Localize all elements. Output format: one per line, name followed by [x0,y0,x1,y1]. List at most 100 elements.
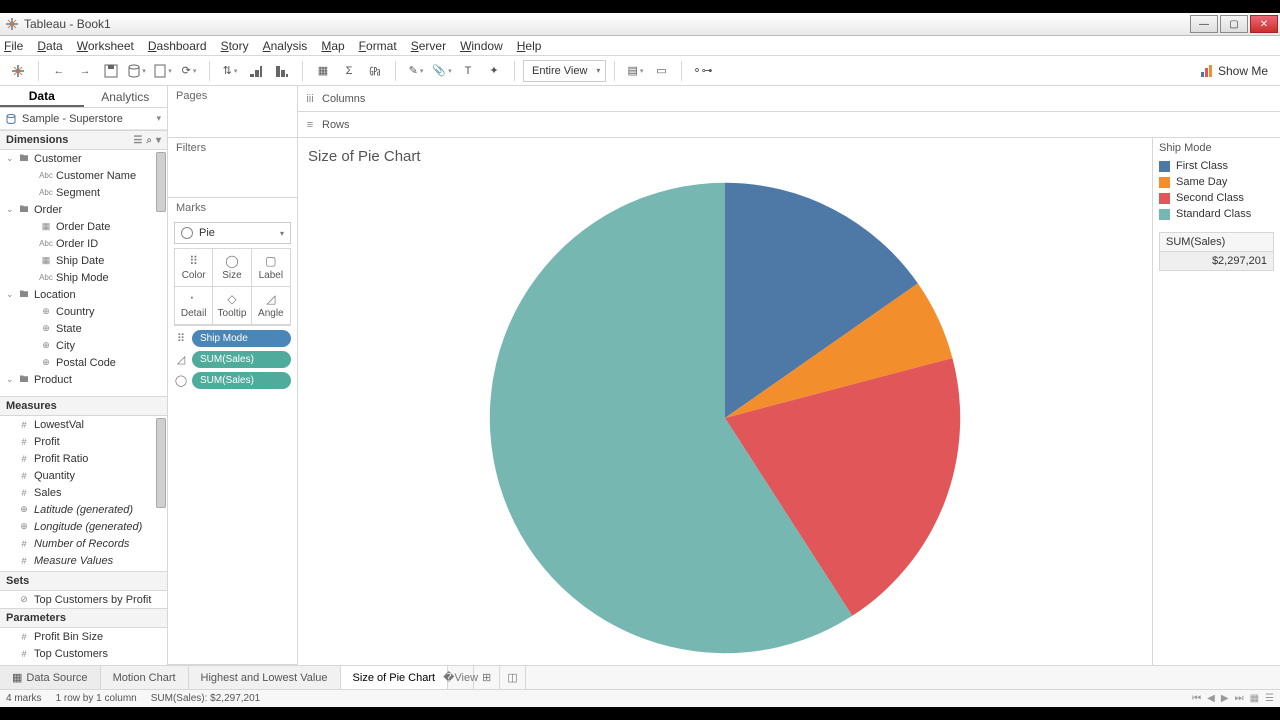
field-measure-values[interactable]: #Measure Values [0,552,167,569]
refresh-button[interactable]: ⟳ [177,59,201,83]
field-profit[interactable]: #Profit [0,433,167,450]
tab-analytics[interactable]: Analytics [84,86,168,107]
field-country[interactable]: ⊕Country [0,303,167,320]
menu-dashboard[interactable]: Dashboard [148,39,207,53]
pill-sumsales[interactable]: ◿SUM(Sales) [174,351,291,368]
nav-next-icon[interactable]: ▶ [1221,693,1229,704]
sheet-tab-highest-and-lowest-value[interactable]: Highest and Lowest Value [189,666,341,689]
maximize-button[interactable]: ▢ [1220,15,1248,33]
parameter-item[interactable]: #Profit Bin Size [0,628,167,645]
legend-item-second-class[interactable]: Second Class [1159,190,1274,206]
field-sales[interactable]: #Sales [0,484,167,501]
menu-data[interactable]: Data [37,39,62,53]
mark-angle-button[interactable]: ◿Angle [252,287,290,325]
menu-icon[interactable]: ▾ [156,135,161,146]
field-city[interactable]: ⊕City [0,337,167,354]
field-customer-name[interactable]: AbcCustomer Name [0,167,167,184]
menu-worksheet[interactable]: Worksheet [77,39,134,53]
field-profit-ratio[interactable]: #Profit Ratio [0,450,167,467]
folder-product[interactable]: ⌄🖿Product [0,371,167,388]
search-icon[interactable]: ⌕ [146,135,152,146]
set-item[interactable]: ⊘Top Customers by Profit [0,591,167,608]
legend-item-same-day[interactable]: Same Day [1159,174,1274,190]
view-grid-icon[interactable]: ▦ [1250,693,1259,704]
field-quantity[interactable]: #Quantity [0,467,167,484]
mark-size-button[interactable]: ◯Size [213,249,251,287]
field-ship-mode[interactable]: AbcShip Mode [0,269,167,286]
menu-map[interactable]: Map [321,39,344,53]
pill-shipmode[interactable]: ⠿Ship Mode [174,330,291,347]
field-postal-code[interactable]: ⊕Postal Code [0,354,167,371]
labels-button[interactable]: T [456,59,480,83]
dropdown-icon[interactable]: ▾ [156,113,161,124]
sheet-tab-motion-chart[interactable]: Motion Chart [101,666,189,689]
field-latitude-(generated)[interactable]: ⊕Latitude (generated) [0,501,167,518]
menu-window[interactable]: Window [460,39,503,53]
sheet-tab-size-of-pie-chart[interactable]: Size of Pie Chart [341,666,449,689]
field-ship-date[interactable]: ▦Ship Date [0,252,167,269]
folder-customer[interactable]: ⌄🖿Customer [0,150,167,167]
columns-shelf[interactable]: iii Columns [298,86,1280,112]
new-sheet-button[interactable]: �View [448,666,474,689]
mark-color-button[interactable]: ⠿Color [175,249,213,287]
view-tabs-icon[interactable]: ☰ [1265,693,1274,704]
datasource-row[interactable]: Sample - Superstore ▾ [0,108,167,130]
abc-button[interactable]: ㎬ [363,59,387,83]
view-list-icon[interactable]: ☰ [133,135,142,146]
pie-chart[interactable] [485,178,965,658]
fit-dropdown[interactable]: Entire View [523,60,606,82]
rows-shelf[interactable]: ≡ Rows [298,112,1280,138]
folder-order[interactable]: ⌄🖿Order [0,201,167,218]
viz-title[interactable]: Size of Pie Chart [308,146,1142,171]
field-lowestval[interactable]: #LowestVal [0,416,167,433]
save-button[interactable] [99,59,123,83]
menu-file[interactable]: File [4,39,23,53]
field-state[interactable]: ⊕State [0,320,167,337]
menu-format[interactable]: Format [359,39,397,53]
totals-button[interactable]: Σ [337,59,361,83]
highlight-button[interactable]: ✎ [404,59,428,83]
new-dashboard-button[interactable]: ⊞ [474,666,500,689]
nav-prev-icon[interactable]: ◀ [1207,693,1215,704]
pill-sumsales[interactable]: ◯SUM(Sales) [174,372,291,389]
redo-button[interactable]: → [73,59,97,83]
tab-data[interactable]: Data [0,86,84,107]
new-worksheet-button[interactable] [151,59,175,83]
menu-analysis[interactable]: Analysis [263,39,308,53]
scrollbar-thumb[interactable] [156,152,166,212]
show-me-button[interactable]: Show Me [1194,64,1274,78]
parameter-item[interactable]: #Top Customers [0,645,167,662]
menu-help[interactable]: Help [517,39,542,53]
mark-type-dropdown[interactable]: Pie [174,222,291,244]
pages-shelf[interactable]: Pages [168,86,297,138]
nav-last-icon[interactable]: ⏭ [1235,693,1244,704]
undo-button[interactable]: ← [47,59,71,83]
nav-first-icon[interactable]: ⏮ [1192,693,1201,704]
group-button[interactable]: ▦ [311,59,335,83]
legend-item-first-class[interactable]: First Class [1159,158,1274,174]
scrollbar-thumb[interactable] [156,418,166,508]
new-story-button[interactable]: ◫ [500,666,526,689]
field-segment[interactable]: AbcSegment [0,184,167,201]
sort-asc-button[interactable] [244,59,268,83]
field-longitude-(generated)[interactable]: ⊕Longitude (generated) [0,518,167,535]
folder-location[interactable]: ⌄🖿Location [0,286,167,303]
swap-button[interactable]: ⇅ [218,59,242,83]
legend-item-standard-class[interactable]: Standard Class [1159,206,1274,222]
sort-desc-button[interactable] [270,59,294,83]
presentation-button[interactable]: ▭ [649,59,673,83]
new-datasource-button[interactable] [125,59,149,83]
attach-button[interactable]: 📎 [430,59,454,83]
close-button[interactable]: ✕ [1250,15,1278,33]
field-number-of-records[interactable]: #Number of Records [0,535,167,552]
mark-tooltip-button[interactable]: ◇Tooltip [213,287,251,325]
tableau-start-icon[interactable] [6,59,30,83]
menu-story[interactable]: Story [221,39,249,53]
share-button[interactable]: ⚬⊶ [690,59,714,83]
field-order-date[interactable]: ▦Order Date [0,218,167,235]
format-button[interactable]: ✦ [482,59,506,83]
minimize-button[interactable]: — [1190,15,1218,33]
menu-server[interactable]: Server [411,39,446,53]
mark-detail-button[interactable]: ⠂Detail [175,287,213,325]
mark-label-button[interactable]: ▢Label [252,249,290,287]
